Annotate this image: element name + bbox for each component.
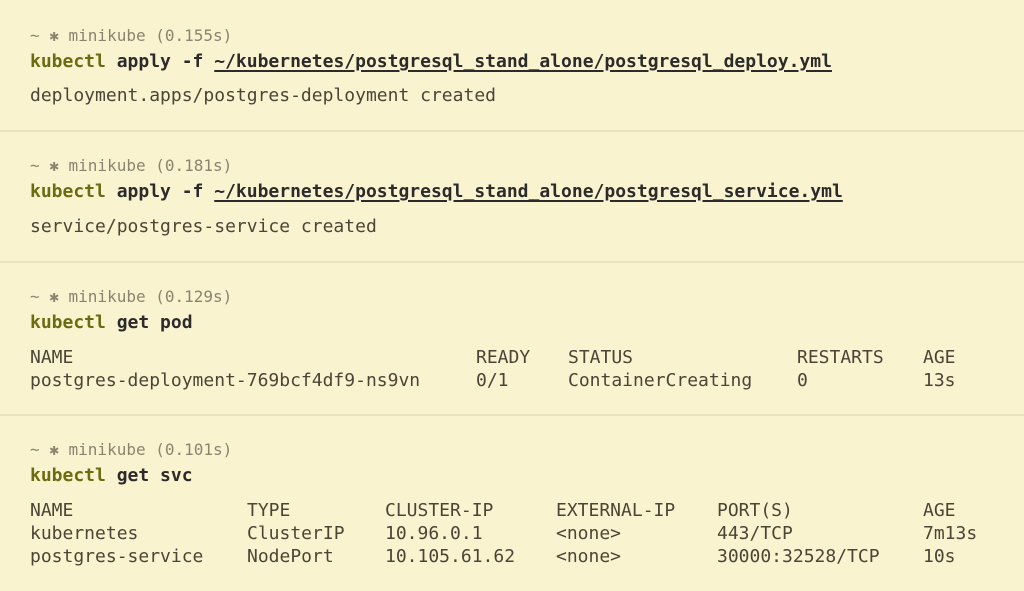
table-header-ports: PORT(S) — [717, 500, 793, 521]
table-cell: 7m13s — [923, 523, 978, 544]
table-cell: 0 — [797, 370, 808, 391]
prompt-line: ~ ✱ minikube (0.181s) — [30, 156, 233, 175]
table-header-restarts: RESTARTS — [797, 347, 884, 368]
command-args: apply -f — [105, 181, 215, 202]
prompt-line: ~ ✱ minikube (0.155s) — [30, 26, 233, 45]
table-header-name: NAME — [30, 347, 74, 368]
table-cell: 10s — [923, 546, 956, 567]
table-cell: <none> — [556, 523, 622, 544]
command-args: get svc — [105, 465, 193, 486]
file-path-link[interactable]: ~/kubernetes/postgresql_stand_alone/post… — [214, 181, 843, 202]
terminal-block-apply-service: ~ ✱ minikube (0.181s) kubectl apply -f ~… — [0, 130, 1024, 261]
command-keyword: kubectl — [30, 465, 106, 486]
terminal-block-get-svc: ~ ✱ minikube (0.101s) kubectl get svc NA… — [0, 414, 1024, 591]
table-header-type: TYPE — [247, 500, 291, 521]
command-keyword: kubectl — [30, 51, 106, 72]
table-cell: postgres-deployment-769bcf4df9-ns9vn — [30, 370, 421, 391]
table-cell: NodePort — [247, 546, 334, 567]
table-header-name: NAME — [30, 500, 74, 521]
terminal-block-get-pod: ~ ✱ minikube (0.129s) kubectl get pod NA… — [0, 261, 1024, 414]
command-keyword: kubectl — [30, 181, 106, 202]
command-line[interactable]: kubectl get pod — [30, 312, 193, 334]
table-cell: <none> — [556, 546, 622, 567]
command-line[interactable]: kubectl get svc — [30, 465, 193, 487]
table-header-status: STATUS — [568, 347, 634, 368]
command-args: apply -f — [105, 51, 215, 72]
table-cell: 30000:32528/TCP — [717, 546, 880, 567]
table-header-ready: READY — [476, 347, 531, 368]
command-output: deployment.apps/postgres-deployment crea… — [30, 85, 496, 106]
terminal-block-apply-deploy: ~ ✱ minikube (0.155s) kubectl apply -f ~… — [0, 0, 1024, 130]
table-cell: ClusterIP — [247, 523, 345, 544]
table-header-age: AGE — [923, 347, 956, 368]
command-line[interactable]: kubectl apply -f ~/kubernetes/postgresql… — [30, 181, 843, 203]
table-cell: 10.96.0.1 — [385, 523, 483, 544]
table-cell: 0/1 — [476, 370, 509, 391]
table-cell: 10.105.61.62 — [385, 546, 516, 567]
table-cell: 13s — [923, 370, 956, 391]
table-header-cluster-ip: CLUSTER-IP — [385, 500, 494, 521]
table-header-age: AGE — [923, 500, 956, 521]
table-header-external-ip: EXTERNAL-IP — [556, 500, 676, 521]
table-cell: 443/TCP — [717, 523, 793, 544]
table-cell: postgres-service — [30, 546, 204, 567]
file-path-link[interactable]: ~/kubernetes/postgresql_stand_alone/post… — [214, 51, 832, 72]
table-cell: ContainerCreating — [568, 370, 753, 391]
command-line[interactable]: kubectl apply -f ~/kubernetes/postgresql… — [30, 51, 832, 73]
command-output: service/postgres-service created — [30, 216, 377, 237]
command-keyword: kubectl — [30, 312, 106, 333]
prompt-line: ~ ✱ minikube (0.101s) — [30, 440, 233, 459]
table-cell: kubernetes — [30, 523, 139, 544]
prompt-line: ~ ✱ minikube (0.129s) — [30, 287, 233, 306]
command-args: get pod — [105, 312, 193, 333]
